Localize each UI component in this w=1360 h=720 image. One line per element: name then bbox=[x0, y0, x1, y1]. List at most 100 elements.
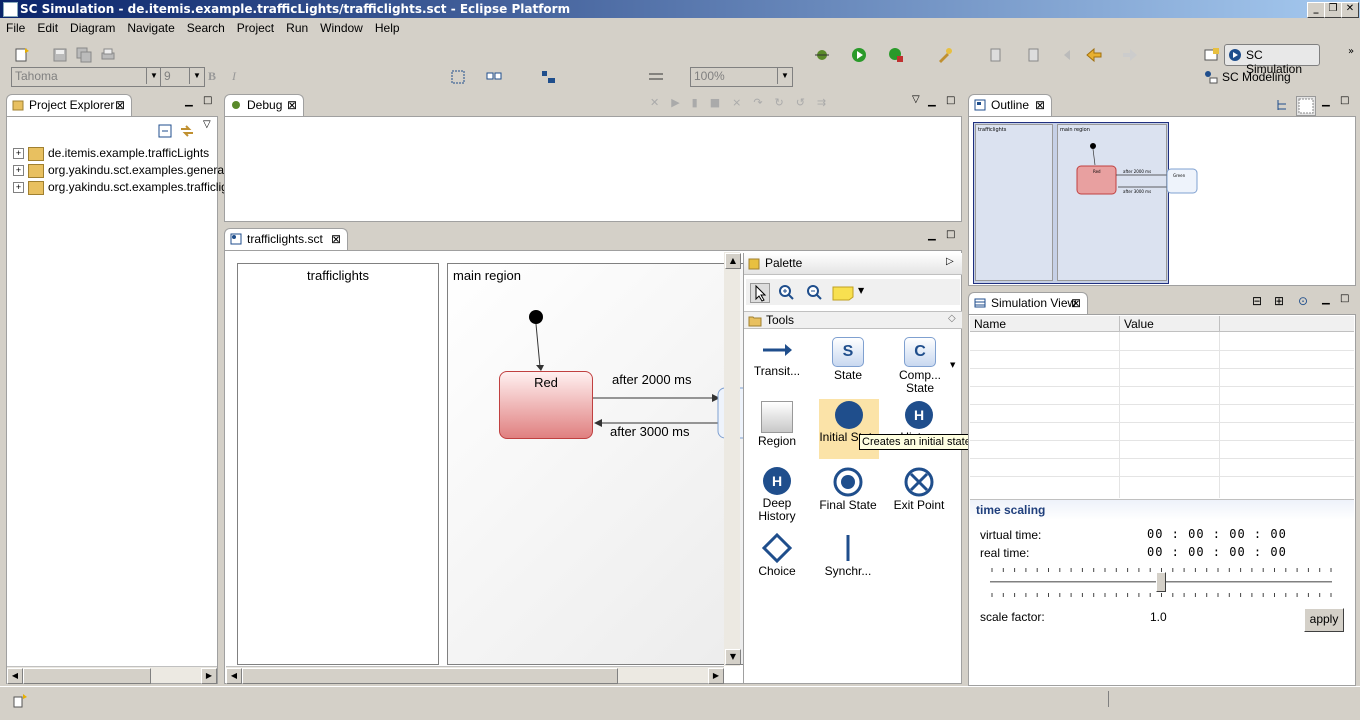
palette-drawer-tools[interactable]: Tools ◇ bbox=[744, 311, 962, 329]
scroll-left-icon[interactable]: ◀ bbox=[226, 668, 242, 684]
tab-simulation-view[interactable]: Simulation View ⊠ bbox=[968, 292, 1088, 314]
column-header-value[interactable]: Value bbox=[1120, 316, 1220, 332]
state-red[interactable]: Red bbox=[499, 371, 593, 439]
palette-item-initial-state[interactable]: Initial State bbox=[819, 399, 879, 459]
menu-diagram[interactable]: Diagram bbox=[64, 21, 121, 35]
tab-project-explorer[interactable]: Project Explorer ⊠ bbox=[6, 94, 132, 116]
run-icon[interactable] bbox=[851, 47, 867, 63]
font-name-combo[interactable]: Tahoma ▼ bbox=[11, 67, 162, 87]
outline-overview-icon[interactable] bbox=[1296, 96, 1316, 116]
expand-icon[interactable]: + bbox=[13, 148, 24, 160]
maximize-editor-icon[interactable]: □ bbox=[946, 229, 955, 240]
tree-item-project[interactable]: + de.itemis.example.trafficLights bbox=[13, 145, 209, 162]
time-scale-slider[interactable] bbox=[988, 564, 1334, 602]
transition-label[interactable]: after 3000 ms bbox=[610, 424, 690, 439]
collapse-palette-icon[interactable]: ▷ bbox=[946, 256, 954, 267]
simulation-table[interactable]: Name Value bbox=[970, 316, 1354, 498]
palette-item-choice[interactable]: Choice bbox=[746, 533, 808, 578]
initial-state-node[interactable] bbox=[529, 310, 543, 324]
last-edit-location-icon[interactable] bbox=[1062, 47, 1078, 63]
perspective-more-icon[interactable]: » bbox=[1348, 46, 1354, 57]
arrange-all-icon[interactable] bbox=[450, 69, 466, 85]
print-icon[interactable] bbox=[100, 47, 116, 63]
view-menu-icon[interactable]: ▽ bbox=[912, 94, 920, 105]
palette-item-final-state[interactable]: Final State bbox=[817, 467, 879, 512]
link-with-editor-icon[interactable] bbox=[179, 123, 195, 139]
menu-navigate[interactable]: Navigate bbox=[121, 21, 180, 35]
palette-item-synchronization[interactable]: Synchr... bbox=[817, 533, 879, 578]
expand-icon[interactable]: + bbox=[13, 165, 24, 177]
close-icon[interactable]: ⊠ bbox=[287, 95, 297, 116]
minimize-view-icon[interactable]: ▁ bbox=[928, 96, 936, 107]
menu-file[interactable]: File bbox=[0, 21, 31, 35]
external-tools-icon[interactable] bbox=[937, 47, 953, 63]
scroll-right-icon[interactable]: ▶ bbox=[708, 668, 724, 684]
palette-item-region[interactable]: Region bbox=[746, 401, 808, 448]
chevron-down-icon[interactable]: ▼ bbox=[950, 361, 955, 369]
fast-view-icon[interactable] bbox=[12, 693, 28, 709]
minimize-view-icon[interactable]: ▁ bbox=[1322, 96, 1330, 107]
run-external-icon[interactable] bbox=[888, 47, 904, 63]
slider-thumb[interactable] bbox=[1156, 572, 1166, 592]
minimize-view-icon[interactable]: ▁ bbox=[185, 96, 193, 107]
horizontal-scrollbar[interactable]: ◀ ▶ bbox=[7, 666, 217, 684]
new-icon[interactable] bbox=[14, 47, 30, 63]
previous-annotation-icon[interactable] bbox=[1026, 47, 1042, 63]
collapse-all-icon[interactable]: ⊟ bbox=[1252, 294, 1262, 308]
apply-button[interactable]: apply bbox=[1304, 608, 1344, 632]
save-icon[interactable] bbox=[52, 47, 68, 63]
zoom-out-icon[interactable] bbox=[806, 284, 822, 300]
bold-button[interactable]: B bbox=[208, 69, 216, 84]
menu-project[interactable]: Project bbox=[231, 21, 280, 35]
font-size-combo[interactable]: 9 ▼ bbox=[160, 67, 205, 87]
tree-item-project[interactable]: + org.yakindu.sct.examples.generat bbox=[13, 162, 227, 179]
minimize-editor-icon[interactable]: ▁ bbox=[928, 230, 936, 241]
tree-item-project[interactable]: + org.yakindu.sct.examples.trafficlig bbox=[13, 179, 228, 196]
save-all-icon[interactable] bbox=[76, 47, 92, 63]
outline-thumbnail[interactable]: trafficlights main region Red Green afte… bbox=[971, 121, 1217, 285]
minimize-view-icon[interactable]: ▁ bbox=[1322, 294, 1330, 305]
chevron-down-icon[interactable]: ▼ bbox=[858, 286, 864, 295]
debug-bug-icon[interactable] bbox=[814, 47, 830, 63]
next-annotation-icon[interactable] bbox=[988, 47, 1004, 63]
select-tool-icon[interactable] bbox=[750, 283, 770, 303]
palette-item-exit-point[interactable]: Exit Point bbox=[888, 467, 950, 512]
open-perspective-icon[interactable] bbox=[1204, 47, 1220, 63]
line-style-icon[interactable] bbox=[648, 69, 664, 85]
column-header-name[interactable]: Name bbox=[970, 316, 1120, 332]
expand-icon[interactable]: + bbox=[13, 182, 24, 194]
initial-transition[interactable] bbox=[535, 323, 541, 368]
forward-icon[interactable] bbox=[1122, 47, 1138, 63]
tab-debug[interactable]: Debug ⊠ bbox=[224, 94, 304, 116]
back-icon[interactable] bbox=[1086, 47, 1102, 63]
simulation-settings-icon[interactable]: ⊙ bbox=[1298, 294, 1308, 308]
tab-outline[interactable]: Outline ⊠ bbox=[968, 94, 1052, 116]
close-icon[interactable]: ⊠ bbox=[331, 229, 341, 250]
tab-trafficlights-sct[interactable]: trafficlights.sct ⊠ bbox=[224, 228, 348, 250]
maximize-view-icon[interactable]: □ bbox=[203, 95, 212, 106]
scroll-up-icon[interactable]: ▲ bbox=[725, 253, 741, 269]
collapse-all-icon[interactable] bbox=[157, 123, 173, 139]
diagram-canvas[interactable]: trafficlights main region Red after 2000… bbox=[226, 252, 743, 666]
maximize-view-icon[interactable]: □ bbox=[1340, 293, 1349, 304]
expand-all-icon[interactable]: ⊞ bbox=[1274, 294, 1284, 308]
transition-label[interactable]: after 2000 ms bbox=[612, 372, 692, 387]
menu-help[interactable]: Help bbox=[369, 21, 406, 35]
note-icon[interactable] bbox=[832, 285, 854, 301]
perspective-sc-modeling[interactable]: SC Modeling bbox=[1202, 68, 1322, 86]
scroll-down-icon[interactable]: ▼ bbox=[725, 649, 741, 665]
palette-item-transition[interactable]: Transit... bbox=[746, 337, 808, 378]
scrollbar-thumb[interactable] bbox=[242, 668, 618, 684]
scrollbar-thumb[interactable] bbox=[23, 668, 151, 684]
perspective-sc-simulation[interactable]: SC Simulation bbox=[1224, 44, 1320, 76]
maximize-view-icon[interactable]: □ bbox=[1340, 95, 1349, 106]
restore-window-button[interactable]: ❐ bbox=[1324, 2, 1342, 18]
italic-button[interactable]: I bbox=[232, 69, 236, 84]
close-icon[interactable]: ⊠ bbox=[115, 95, 125, 116]
view-menu-icon[interactable]: ▽ bbox=[203, 119, 211, 130]
menu-window[interactable]: Window bbox=[314, 21, 369, 35]
select-all-icon[interactable] bbox=[486, 69, 502, 85]
palette-item-state[interactable]: S State bbox=[817, 337, 879, 382]
pin-icon[interactable]: ◇ bbox=[948, 313, 956, 324]
menu-run[interactable]: Run bbox=[280, 21, 314, 35]
